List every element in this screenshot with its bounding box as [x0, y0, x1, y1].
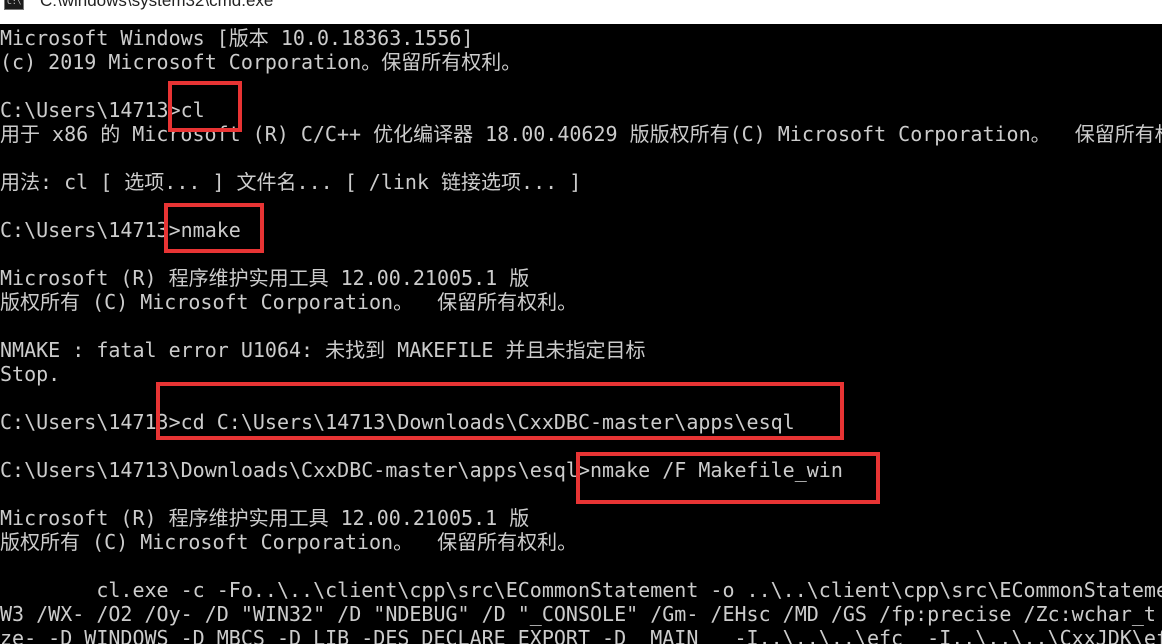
console-line: Microsoft (R) 程序维护实用工具 12.00.21005.1 版: [0, 266, 530, 290]
console-line: 版权所有 (C) Microsoft Corporation。 保留所有权利。: [0, 290, 578, 314]
console-line: Microsoft Windows [版本 10.0.18363.1556]: [0, 26, 474, 50]
window-title: C:\windows\system32\cmd.exe: [40, 0, 274, 10]
console-line: Microsoft (R) 程序维护实用工具 12.00.21005.1 版: [0, 506, 530, 530]
console-line: C:\Users\14713\Downloads\CxxDBC-master\a…: [0, 458, 843, 482]
console-line: ze- -D WINDOWS -D MBCS -D LIB -DES DECLA…: [0, 626, 1162, 644]
console-line: C:\Users\14713>nmake: [0, 218, 241, 242]
console-line: Stop.: [0, 362, 61, 386]
console-line: W3 /WX- /O2 /Oy- /D "WIN32" /D "NDEBUG" …: [0, 602, 1156, 626]
console-line: C:\Users\14713>cd C:\Users\14713\Downloa…: [0, 410, 795, 434]
console-line: (c) 2019 Microsoft Corporation。保留所有权利。: [0, 50, 522, 74]
console-line: 用法: cl [ 选项... ] 文件名... [ /link 链接选项... …: [0, 170, 582, 194]
console-line: 版权所有 (C) Microsoft Corporation。 保留所有权利。: [0, 530, 578, 554]
console-line: 用于 x86 的 Microsoft (R) C/C++ 优化编译器 18.00…: [0, 122, 1162, 146]
console-line: C:\Users\14713>cl: [0, 98, 205, 122]
console-output[interactable]: Microsoft Windows [版本 10.0.18363.1556] (…: [0, 24, 1162, 644]
console-line: NMAKE : fatal error U1064: 未找到 MAKEFILE …: [0, 338, 646, 362]
window-titlebar[interactable]: C:\ C:\windows\system32\cmd.exe: [0, 0, 1162, 24]
console-line: cl.exe -c -Fo..\..\client\cpp\src\ECommo…: [0, 578, 1162, 602]
cmd-icon: C:\: [4, 0, 24, 10]
